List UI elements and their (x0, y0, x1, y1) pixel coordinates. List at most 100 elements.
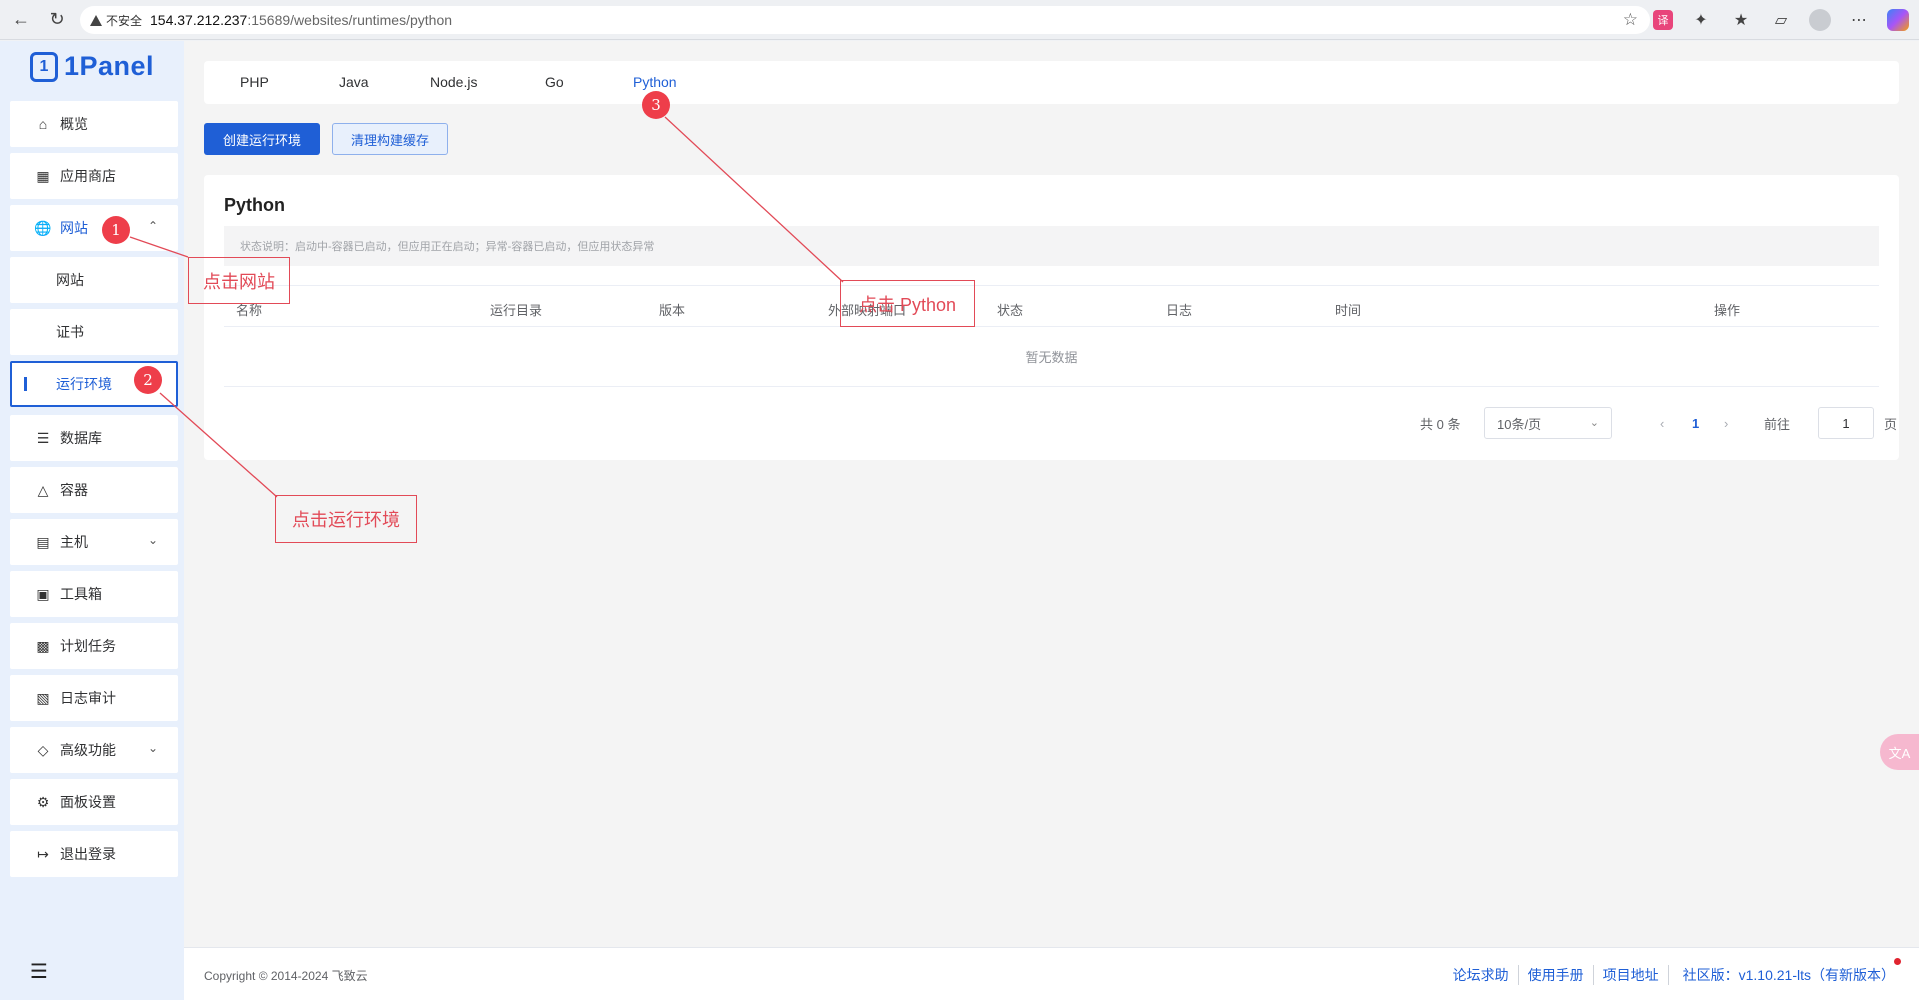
forum-link[interactable]: 论坛求助 (1444, 965, 1519, 985)
main-content: PHP Java Node.js Go Python 创建运行环境 清理构建缓存… (184, 41, 1919, 1000)
tab-php[interactable]: PHP (240, 74, 269, 90)
sidebar-item-label: 面板设置 (60, 794, 116, 810)
warning-icon (90, 14, 102, 26)
goto-page-input[interactable]: 1 (1818, 407, 1874, 439)
new-version-notice: （有新版本） (1811, 967, 1895, 983)
sidebar-item-label: 网站 (60, 220, 88, 236)
column-actions: 操作 (1714, 303, 1741, 318)
diamond-icon: ◇ (37, 741, 49, 758)
sidebar-item-advanced[interactable]: ◇ 高级功能 ⌄ (10, 727, 178, 773)
chevron-down-icon: ⌄ (1589, 417, 1599, 429)
runtime-tabs: PHP Java Node.js Go Python (204, 61, 1899, 104)
server-icon: ▤ (36, 533, 50, 550)
current-page[interactable]: 1 (1692, 407, 1699, 439)
sidebar-item-host[interactable]: ▤ 主机 ⌄ (10, 519, 178, 565)
tab-java[interactable]: Java (339, 74, 369, 90)
floating-translate-button[interactable]: 文A (1880, 734, 1919, 770)
globe-icon: 🌐 (34, 219, 52, 236)
copyright: Copyright © 2014-2024 飞致云 (204, 969, 368, 983)
sidebar-item-label: 容器 (60, 482, 88, 498)
logo-icon: 1 (30, 51, 58, 82)
sidebar-item-databases[interactable]: ☰ 数据库 (10, 415, 178, 461)
sidebar-item-cron[interactable]: ▩ 计划任务 (10, 623, 178, 669)
sidebar-item-label: 应用商店 (60, 168, 116, 184)
sidebar-item-label: 主机 (60, 534, 88, 550)
tab-python[interactable]: Python (633, 74, 677, 90)
container-icon: △ (37, 481, 49, 498)
column-status: 状态 (997, 303, 1024, 318)
sidebar-item-label: 网站 (56, 272, 84, 288)
runtime-card: Python 状态说明：启动中-容器已启动，但应用正在启动；异常-容器已启动，但… (204, 175, 1899, 460)
update-dot (1894, 958, 1901, 965)
sidebar-subitem-websites[interactable]: 网站 (10, 257, 178, 303)
sidebar-item-logs[interactable]: ▧ 日志审计 (10, 675, 178, 721)
copilot-icon[interactable] (1887, 9, 1909, 31)
sidebar-item-label: 数据库 (60, 430, 102, 446)
sidebar-subitem-certificates[interactable]: 证书 (10, 309, 178, 355)
sidebar-item-toolbox[interactable]: ▣ 工具箱 (10, 571, 178, 617)
column-version: 版本 (659, 303, 686, 318)
browser-toolbar: ← ↻ 不安全 154.37.212.237:15689/websites/ru… (0, 0, 1919, 40)
column-time: 时间 (1335, 303, 1362, 318)
sidebar-item-websites[interactable]: 🌐 网站 ⌃ (10, 205, 178, 251)
logout-icon: ↦ (37, 845, 49, 862)
sidebar-item-settings[interactable]: ⚙ 面板设置 (10, 779, 178, 825)
sidebar-subitem-runtimes[interactable]: 运行环境 (10, 361, 178, 407)
tab-go[interactable]: Go (545, 74, 564, 90)
translate-extension-icon[interactable]: 译 (1653, 10, 1673, 30)
grid-icon: ▦ (36, 167, 50, 184)
collections-icon[interactable]: ▱ (1769, 8, 1793, 32)
favorite-star-icon[interactable]: ☆ (1623, 10, 1638, 30)
column-log: 日志 (1166, 303, 1193, 318)
favorites-icon[interactable]: ★ (1729, 8, 1753, 32)
gear-icon: ⚙ (36, 793, 50, 810)
sidebar-item-label: 计划任务 (60, 638, 116, 654)
home-icon: ⌂ (38, 116, 48, 132)
version-number: v1.10.21-lts (1738, 967, 1811, 983)
pagination-total: 共 0 条 (1420, 416, 1461, 432)
address-bar[interactable]: 不安全 154.37.212.237:15689/websites/runtim… (80, 6, 1650, 34)
prev-page-icon[interactable]: ‹ (1660, 407, 1664, 439)
sidebar-item-containers[interactable]: △ 容器 (10, 467, 178, 513)
column-port: 外部映射端口 (828, 303, 907, 318)
column-name: 名称 (236, 303, 263, 318)
sidebar-item-overview[interactable]: ⌂ 概览 (10, 101, 178, 147)
url-host: 154.37.212.237 (150, 12, 248, 28)
next-page-icon[interactable]: › (1724, 407, 1728, 439)
reload-icon[interactable]: ↻ (42, 5, 72, 35)
profile-avatar[interactable] (1809, 9, 1831, 31)
page-size-select[interactable]: 10条/页 ⌄ (1484, 407, 1612, 439)
sidebar-item-label: 高级功能 (60, 742, 116, 758)
create-runtime-button[interactable]: 创建运行环境 (204, 123, 320, 155)
manual-link[interactable]: 使用手册 (1519, 965, 1594, 985)
project-link[interactable]: 项目地址 (1594, 965, 1669, 985)
chevron-down-icon: ⌄ (147, 741, 158, 755)
url-path: :15689/websites/runtimes/python (247, 12, 453, 28)
status-note: 状态说明：启动中-容器已启动，但应用正在启动；异常-容器已启动，但应用状态异常 (224, 226, 1879, 266)
collapse-menu-icon[interactable]: ☰ (30, 959, 48, 984)
chevron-down-icon: ⌄ (147, 533, 158, 547)
logo-text: 1Panel (64, 51, 155, 81)
sidebar-item-label: 日志审计 (60, 690, 116, 706)
table-header: 名称 运行目录 版本 外部映射端口 状态 日志 时间 操作 (224, 285, 1879, 327)
sidebar-item-app-store[interactable]: ▦ 应用商店 (10, 153, 178, 199)
sidebar-item-logout[interactable]: ↦ 退出登录 (10, 831, 178, 877)
chevron-up-icon: ⌃ (147, 219, 158, 233)
edition-label: 社区版： (1682, 967, 1739, 983)
security-label: 不安全 (106, 13, 143, 28)
extensions-icon[interactable]: ✦ (1689, 8, 1713, 32)
version-info[interactable]: 社区版：v1.10.21-lts（有新版本） (1683, 965, 1895, 985)
more-icon[interactable]: ⋯ (1847, 8, 1871, 32)
column-directory: 运行目录 (490, 303, 543, 318)
tab-nodejs[interactable]: Node.js (430, 74, 477, 90)
sidebar-item-label: 退出登录 (60, 846, 116, 862)
not-secure-indicator[interactable]: 不安全 (90, 12, 142, 29)
back-icon[interactable]: ← (6, 5, 36, 35)
sidebar-item-label: 工具箱 (60, 586, 102, 602)
footer-links: 论坛求助 使用手册 项目地址 社区版：v1.10.21-lts（有新版本） (1444, 965, 1895, 985)
page-unit-label: 页 (1884, 416, 1898, 432)
sidebar: 1 1Panel ⌂ 概览 ▦ 应用商店 🌐 网站 ⌃ 网站 证书 运行环境 ☰ 数据库… (0, 41, 184, 1000)
logo[interactable]: 1 1Panel (30, 51, 154, 82)
toolbox-icon: ▣ (36, 585, 50, 602)
clear-build-cache-button[interactable]: 清理构建缓存 (332, 123, 448, 155)
